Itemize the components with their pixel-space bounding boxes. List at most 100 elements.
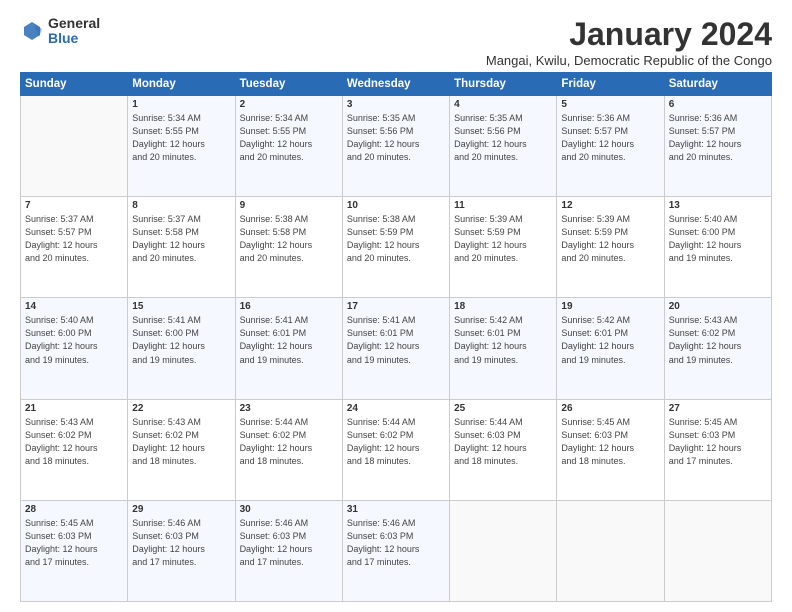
day-info: Sunrise: 5:44 AM Sunset: 6:02 PM Dayligh… [347,416,445,468]
day-number: 4 [454,99,552,110]
day-number: 31 [347,504,445,515]
day-number: 24 [347,403,445,414]
calendar-week-row: 21 Sunrise: 5:43 AM Sunset: 6:02 PM Dayli… [21,399,772,500]
day-number: 7 [25,200,123,211]
calendar-cell: 1 Sunrise: 5:34 AM Sunset: 5:55 PM Daylig… [128,96,235,197]
day-number: 11 [454,200,552,211]
title-block: January 2024 Mangai, Kwilu, Democratic R… [486,16,772,68]
logo-general: General [48,16,100,31]
weekday-header: Monday [128,73,235,96]
calendar-cell [664,500,771,601]
calendar-cell [557,500,664,601]
day-info: Sunrise: 5:39 AM Sunset: 5:59 PM Dayligh… [454,213,552,265]
calendar-week-row: 1 Sunrise: 5:34 AM Sunset: 5:55 PM Daylig… [21,96,772,197]
logo-text: General Blue [48,16,100,47]
day-info: Sunrise: 5:46 AM Sunset: 6:03 PM Dayligh… [240,517,338,569]
day-number: 28 [25,504,123,515]
location-subtitle: Mangai, Kwilu, Democratic Republic of th… [486,53,772,68]
calendar-cell: 17Sunrise: 5:41 AM Sunset: 6:01 PM Dayli… [342,298,449,399]
day-number: 8 [132,200,230,211]
day-number: 21 [25,403,123,414]
day-info: Sunrise: 5:44 AM Sunset: 6:03 PM Dayligh… [454,416,552,468]
calendar-cell: 7 Sunrise: 5:37 AM Sunset: 5:57 PM Daylig… [21,197,128,298]
day-number: 14 [25,301,123,312]
calendar-cell [450,500,557,601]
day-number: 15 [132,301,230,312]
weekday-header: Friday [557,73,664,96]
calendar-cell: 26 Sunrise: 5:45 AM Sunset: 6:03 PM Dayli… [557,399,664,500]
calendar-cell: 2Sunrise: 5:34 AM Sunset: 5:55 PM Daylig… [235,96,342,197]
day-number: 17 [347,301,445,312]
calendar-cell: 18 Sunrise: 5:42 AM Sunset: 6:01 PM Dayli… [450,298,557,399]
calendar-cell: 24 Sunrise: 5:44 AM Sunset: 6:02 PM Dayli… [342,399,449,500]
day-info: Sunrise: 5:42 AM Sunset: 6:01 PM Dayligh… [561,314,659,366]
logo-blue: Blue [48,31,100,46]
page: General Blue January 2024 Mangai, Kwilu,… [0,0,792,612]
calendar-cell: 23Sunrise: 5:44 AM Sunset: 6:02 PM Dayli… [235,399,342,500]
day-number: 20 [669,301,767,312]
calendar-cell: 5 Sunrise: 5:36 AM Sunset: 5:57 PM Daylig… [557,96,664,197]
calendar-cell: 8 Sunrise: 5:37 AM Sunset: 5:58 PM Daylig… [128,197,235,298]
day-number: 2 [240,99,338,110]
day-number: 12 [561,200,659,211]
calendar-cell: 27 Sunrise: 5:45 AM Sunset: 6:03 PM Dayli… [664,399,771,500]
day-info: Sunrise: 5:43 AM Sunset: 6:02 PM Dayligh… [669,314,767,366]
calendar-cell: 20 Sunrise: 5:43 AM Sunset: 6:02 PM Dayli… [664,298,771,399]
day-info: Sunrise: 5:38 AM Sunset: 5:59 PM Dayligh… [347,213,445,265]
day-info: Sunrise: 5:35 AM Sunset: 5:56 PM Dayligh… [454,112,552,164]
month-year-title: January 2024 [486,16,772,53]
day-number: 3 [347,99,445,110]
calendar-cell: 21 Sunrise: 5:43 AM Sunset: 6:02 PM Dayli… [21,399,128,500]
calendar-week-row: 14Sunrise: 5:40 AM Sunset: 6:00 PM Dayli… [21,298,772,399]
weekday-header: Tuesday [235,73,342,96]
day-info: Sunrise: 5:37 AM Sunset: 5:58 PM Dayligh… [132,213,230,265]
day-info: Sunrise: 5:44 AM Sunset: 6:02 PM Dayligh… [240,416,338,468]
day-number: 27 [669,403,767,414]
day-number: 26 [561,403,659,414]
calendar-cell: 10 Sunrise: 5:38 AM Sunset: 5:59 PM Dayli… [342,197,449,298]
day-info: Sunrise: 5:40 AM Sunset: 6:00 PM Dayligh… [669,213,767,265]
day-info: Sunrise: 5:39 AM Sunset: 5:59 PM Dayligh… [561,213,659,265]
calendar-cell: 31 Sunrise: 5:46 AM Sunset: 6:03 PM Dayli… [342,500,449,601]
day-number: 9 [240,200,338,211]
calendar-cell [21,96,128,197]
logo-icon [20,19,44,43]
calendar-cell: 12 Sunrise: 5:39 AM Sunset: 5:59 PM Dayli… [557,197,664,298]
day-info: Sunrise: 5:45 AM Sunset: 6:03 PM Dayligh… [561,416,659,468]
day-info: Sunrise: 5:46 AM Sunset: 6:03 PM Dayligh… [132,517,230,569]
day-info: Sunrise: 5:34 AM Sunset: 5:55 PM Dayligh… [132,112,230,164]
day-info: Sunrise: 5:45 AM Sunset: 6:03 PM Dayligh… [25,517,123,569]
calendar-cell: 9Sunrise: 5:38 AM Sunset: 5:58 PM Daylig… [235,197,342,298]
day-info: Sunrise: 5:37 AM Sunset: 5:57 PM Dayligh… [25,213,123,265]
calendar-cell: 14Sunrise: 5:40 AM Sunset: 6:00 PM Dayli… [21,298,128,399]
weekday-header: Sunday [21,73,128,96]
day-info: Sunrise: 5:46 AM Sunset: 6:03 PM Dayligh… [347,517,445,569]
calendar-cell: 11 Sunrise: 5:39 AM Sunset: 5:59 PM Dayli… [450,197,557,298]
day-number: 18 [454,301,552,312]
day-info: Sunrise: 5:43 AM Sunset: 6:02 PM Dayligh… [25,416,123,468]
logo: General Blue [20,16,100,47]
day-number: 5 [561,99,659,110]
day-number: 19 [561,301,659,312]
calendar-week-row: 7 Sunrise: 5:37 AM Sunset: 5:57 PM Daylig… [21,197,772,298]
day-number: 29 [132,504,230,515]
day-info: Sunrise: 5:45 AM Sunset: 6:03 PM Dayligh… [669,416,767,468]
calendar-cell: 25Sunrise: 5:44 AM Sunset: 6:03 PM Dayli… [450,399,557,500]
calendar-cell: 13 Sunrise: 5:40 AM Sunset: 6:00 PM Dayli… [664,197,771,298]
day-number: 30 [240,504,338,515]
day-number: 13 [669,200,767,211]
calendar-cell: 30 Sunrise: 5:46 AM Sunset: 6:03 PM Dayli… [235,500,342,601]
calendar-cell: 15Sunrise: 5:41 AM Sunset: 6:00 PM Dayli… [128,298,235,399]
header-row: SundayMondayTuesdayWednesdayThursdayFrid… [21,73,772,96]
calendar-cell: 29 Sunrise: 5:46 AM Sunset: 6:03 PM Dayli… [128,500,235,601]
day-info: Sunrise: 5:42 AM Sunset: 6:01 PM Dayligh… [454,314,552,366]
day-number: 22 [132,403,230,414]
calendar-cell: 19 Sunrise: 5:42 AM Sunset: 6:01 PM Dayli… [557,298,664,399]
calendar-cell: 16Sunrise: 5:41 AM Sunset: 6:01 PM Dayli… [235,298,342,399]
day-info: Sunrise: 5:36 AM Sunset: 5:57 PM Dayligh… [561,112,659,164]
calendar-cell: 22 Sunrise: 5:43 AM Sunset: 6:02 PM Dayli… [128,399,235,500]
day-number: 1 [132,99,230,110]
day-info: Sunrise: 5:43 AM Sunset: 6:02 PM Dayligh… [132,416,230,468]
weekday-header: Saturday [664,73,771,96]
day-number: 10 [347,200,445,211]
